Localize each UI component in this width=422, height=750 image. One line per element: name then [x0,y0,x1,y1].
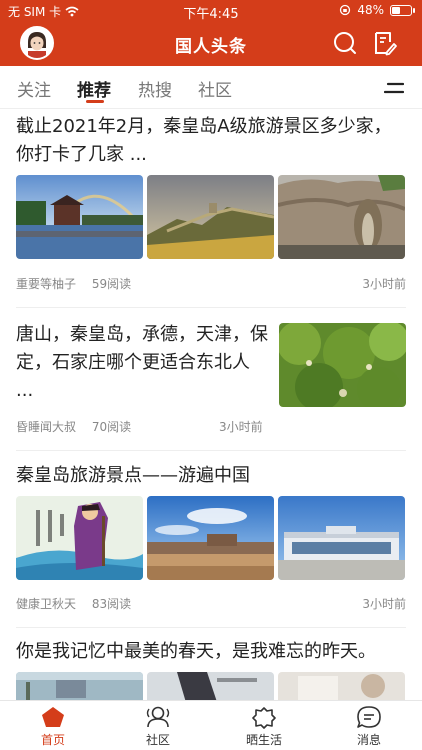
tab-follow[interactable]: 关注 [17,76,51,101]
orientation-lock-icon [340,4,351,16]
thumbnail-image[interactable] [16,672,143,700]
edit-icon[interactable] [372,30,398,56]
battery-icon [390,4,415,16]
article-title[interactable]: 秦皇岛旅游景点——游遍中国 [16,462,406,490]
author-name[interactable]: 健康卫秋天 [16,597,76,611]
publish-time: 3小时前 [219,420,263,434]
article-divider [16,627,406,628]
nav-label: 社区 [145,733,170,747]
thumbnail-image[interactable] [278,496,405,580]
article-card[interactable]: 你是我记忆中最美的春天，是我难忘的昨天。 [16,638,406,666]
search-icon[interactable] [332,30,358,56]
top-bar: 无 SIM 卡 下午4:45 48% 国人头条 [0,0,422,66]
nav-home[interactable]: 首页 [23,705,83,748]
community-icon [146,706,170,728]
thumbnail-image[interactable] [147,672,274,700]
article-meta: 重要等柚子 59阅读 [16,275,143,292]
publish-time: 3小时前 [362,277,406,291]
article-meta: 健康卫秋天 83阅读 [16,595,143,612]
message-icon [357,706,381,728]
tab-recommended[interactable]: 推荐 [77,76,111,101]
thumbnail-image[interactable] [16,175,143,259]
thumbnail-image[interactable] [278,672,405,700]
app-header: 国人头条 [0,22,422,66]
menu-icon[interactable] [384,82,404,94]
article-title[interactable]: 你是我记忆中最美的春天，是我难忘的昨天。 [16,638,406,666]
read-count: 83阅读 [91,597,132,611]
nav-label: 晒生活 [245,733,282,747]
nav-community[interactable]: 社区 [128,705,188,748]
article-title[interactable]: 唐山，秦皇岛，承德，天津，保定，石家庄哪个更适合东北人 ... [16,321,268,405]
share-life-icon [252,707,276,729]
article-thumbnails [16,672,405,700]
article-divider [16,450,406,451]
tab-community[interactable]: 社区 [198,76,232,101]
read-count: 59阅读 [91,277,132,291]
thumbnail-image[interactable] [147,175,274,259]
tab-trending[interactable]: 热搜 [138,76,172,101]
author-name[interactable]: 重要等柚子 [16,277,76,291]
thumbnail-image[interactable] [16,496,143,580]
battery-fill [392,6,401,14]
article-card[interactable]: 秦皇岛旅游景点——游遍中国 [16,462,406,490]
thumbnail-image[interactable] [279,323,406,407]
article-title[interactable]: 截止2021年2月，秦皇岛A级旅游景区多少家，你打卡了几家 ... [16,113,406,169]
category-tabs: 关注 推荐 热搜 社区 [0,66,422,108]
nav-label: 消息 [356,733,381,747]
thumbnail-image[interactable] [147,496,274,580]
battery-percent: 48% [357,3,384,17]
publish-time: 3小时前 [362,597,406,611]
article-divider [16,307,406,308]
status-right: 48% [339,3,415,17]
news-feed[interactable]: 截止2021年2月，秦皇岛A级旅游景区多少家，你打卡了几家 ... 重要等柚子 … [0,109,422,700]
article-thumbnails [16,175,405,259]
article-thumbnails [16,496,405,580]
app-title: 国人头条 [175,37,247,57]
status-bar: 无 SIM 卡 下午4:45 48% [0,0,422,22]
bottom-nav: 首页 社区 晒生活 消息 [0,700,422,750]
active-tab-indicator [86,100,104,103]
article-card[interactable]: 唐山，秦皇岛，承德，天津，保定，石家庄哪个更适合东北人 ... [16,321,268,405]
home-icon [42,707,64,727]
nav-label: 首页 [40,733,65,747]
read-count: 70阅读 [91,420,132,434]
article-meta: 昏睡闻大叔 70阅读 [16,418,143,435]
author-name[interactable]: 昏睡闻大叔 [16,420,76,434]
nav-share-life[interactable]: 晒生活 [234,705,294,748]
thumbnail-image[interactable] [278,175,405,259]
nav-messages[interactable]: 消息 [339,705,399,748]
